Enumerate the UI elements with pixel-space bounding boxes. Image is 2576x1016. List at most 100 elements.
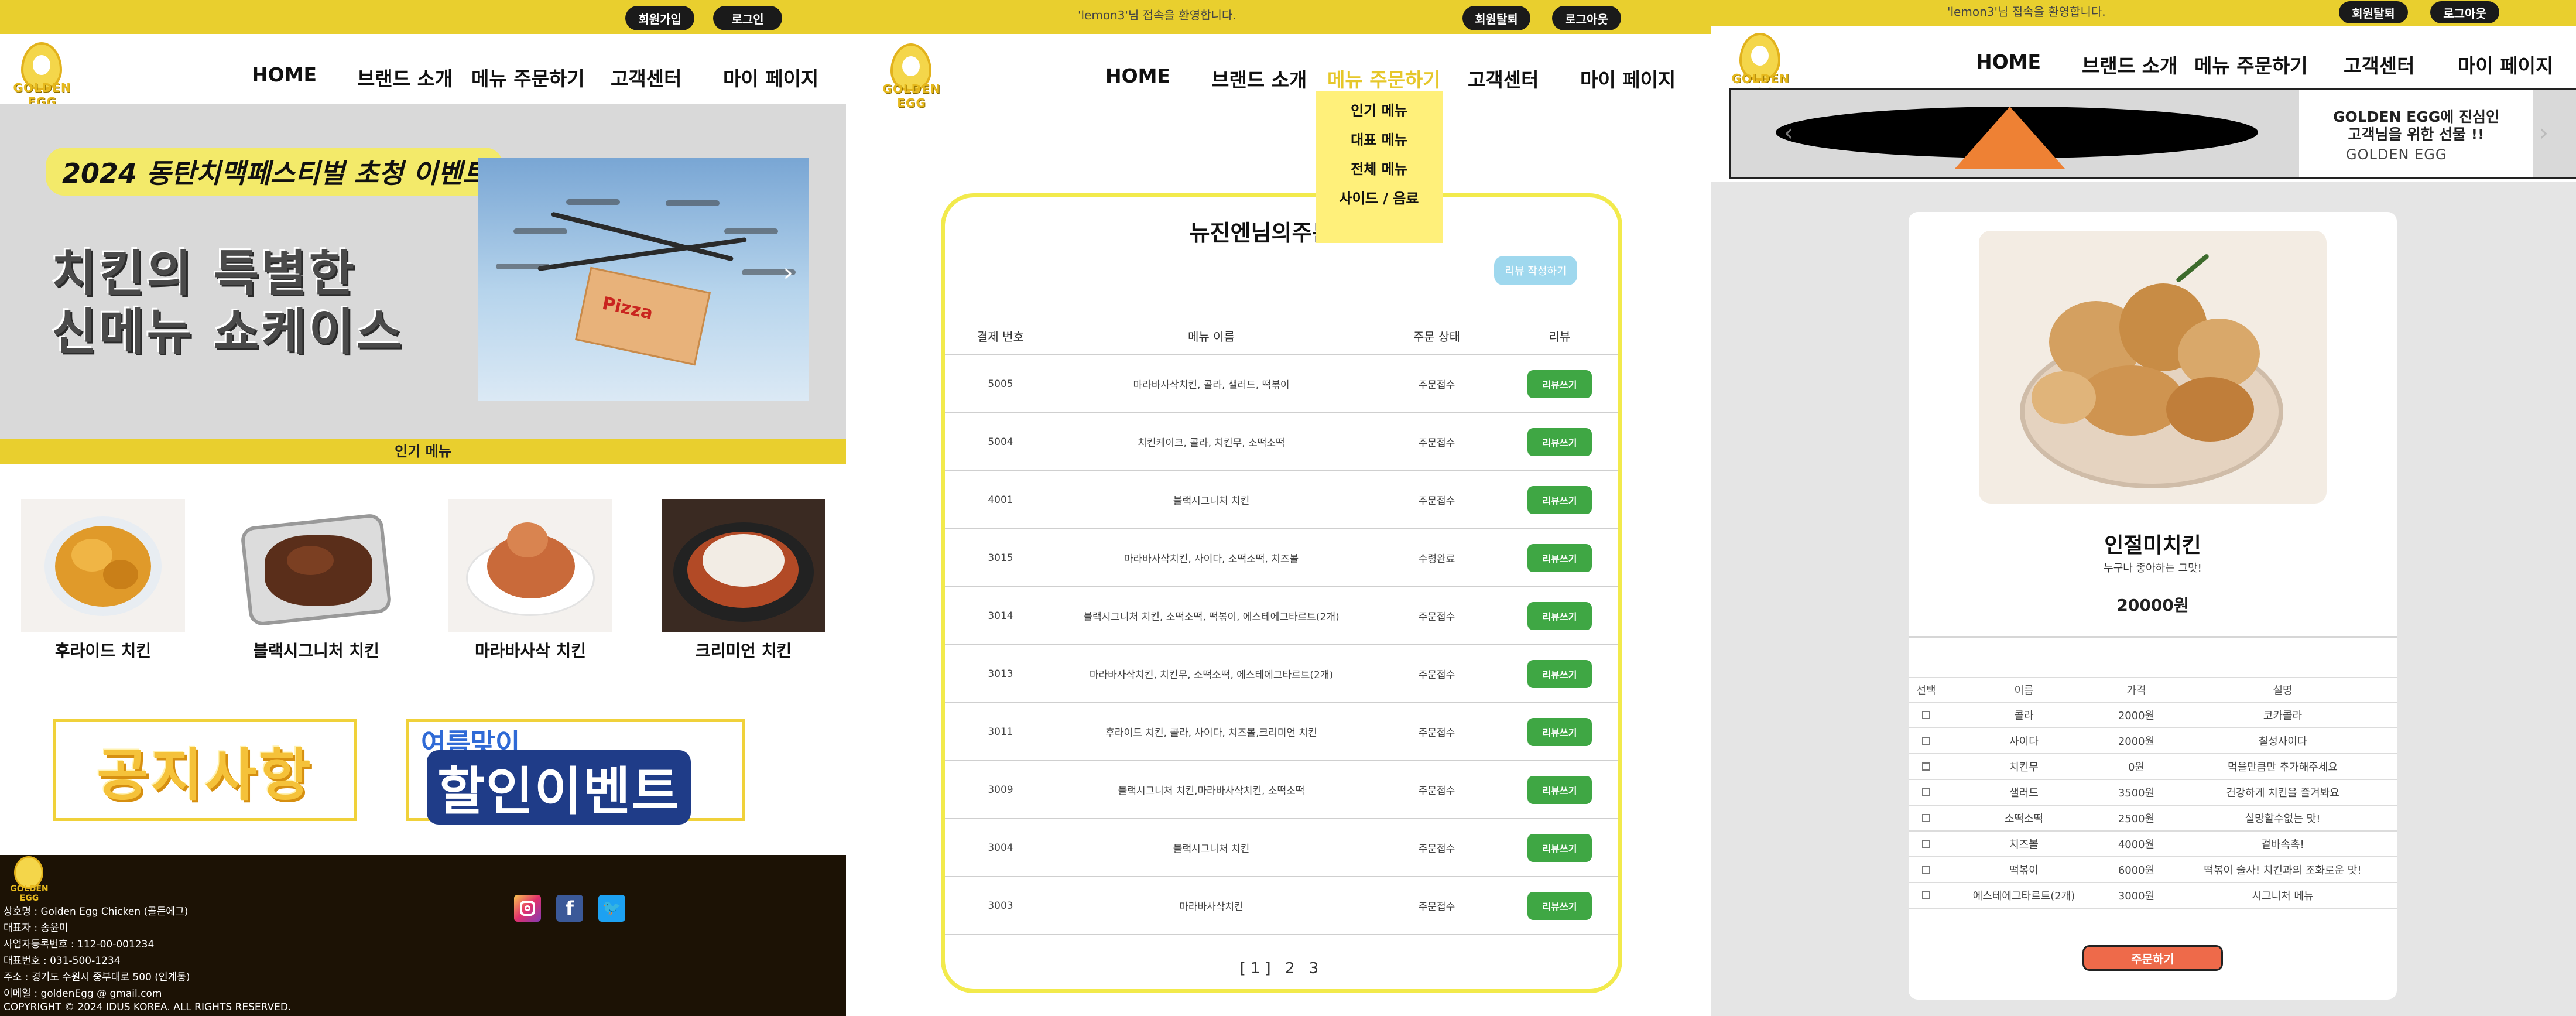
order-row: 3013 마라바사삭치킨, 치킨무, 소떡소떡, 에스테에그타르트(2개) 주문접수…	[945, 645, 1618, 703]
order-status: 주문접수	[1418, 437, 1455, 449]
col-select: 선택	[1916, 685, 1936, 697]
dropdown-popular[interactable]: 인기 메뉴	[1316, 99, 1443, 119]
option-checkbox[interactable]	[1922, 762, 1930, 771]
write-review-row-button[interactable]: 리뷰쓰기	[1527, 659, 1592, 688]
nav-mypage[interactable]: 마이 페이지	[2458, 50, 2553, 78]
hero-next-arrow-icon[interactable]: ›	[783, 258, 793, 288]
option-checkbox[interactable]	[1922, 814, 1930, 822]
welcome-message: 'lemon3'님 접속을 환영합니다.	[1947, 5, 2106, 19]
option-select-cell	[1909, 806, 1944, 830]
footer-email: 이메일 : goldenEgg @ gmail.com	[4, 988, 162, 1000]
option-desc: 겉바속촉!	[2261, 839, 2304, 851]
menu-card-fried[interactable]: 후라이드 치킨	[21, 499, 185, 662]
dropdown-all[interactable]: 전체 메뉴	[1316, 158, 1443, 178]
order-row: 5004 치킨케이크, 콜라, 치킨무, 소떡소떡 주문접수 리뷰쓰기	[945, 413, 1618, 471]
order-menu: 블랙시그니처 치킨	[1173, 843, 1250, 855]
nav-mypage[interactable]: 마이 페이지	[1580, 64, 1676, 93]
write-review-row-button[interactable]: 리뷰쓰기	[1527, 775, 1592, 804]
nav-menu-order[interactable]: 메뉴 주문하기	[471, 63, 585, 91]
menu-name: 마라바사삭 치킨	[474, 641, 587, 661]
twitter-icon[interactable]: 🐦	[598, 895, 625, 922]
facebook-icon[interactable]: f	[556, 895, 583, 922]
nav-mypage[interactable]: 마이 페이지	[723, 63, 818, 91]
slider-next-icon[interactable]: ›	[2539, 119, 2548, 146]
order-row: 3003 마라바사삭치킨 주문접수 리뷰쓰기	[945, 877, 1618, 935]
option-price: 3500원	[2118, 787, 2155, 799]
review-cell: 리뷰쓰기	[1507, 471, 1612, 528]
review-cell: 리뷰쓰기	[1507, 587, 1612, 644]
pagination[interactable]: [1] 2 3	[945, 960, 1618, 977]
logout-button[interactable]: 로그아웃	[2430, 1, 2499, 23]
col-price: 가격	[2126, 685, 2146, 697]
write-review-row-button[interactable]: 리뷰쓰기	[1527, 485, 1592, 514]
menu-card-mala[interactable]: 마라바사삭 치킨	[448, 499, 612, 662]
golden-egg-logo[interactable]: GOLDEN EGG	[1725, 33, 1796, 100]
withdraw-button[interactable]: 회원탈퇴	[1462, 6, 1530, 30]
order-history-title: 뉴진엔님의주문내역	[1189, 220, 1374, 246]
write-review-row-button[interactable]: 리뷰쓰기	[1527, 427, 1592, 456]
col-name: 이름	[2014, 685, 2034, 697]
review-cell: 리뷰쓰기	[1507, 819, 1612, 876]
promo-slider: ‹ GOLDEN EGG에 진심인 고객님을 위한 선물 !! GOLDEN E…	[1729, 88, 2576, 179]
footer-address: 주소 : 경기도 수원시 중부대로 500 (인계동)	[4, 971, 190, 983]
nav-brand[interactable]: 브랜드 소개	[2082, 50, 2177, 78]
write-review-row-button[interactable]: 리뷰쓰기	[1527, 543, 1592, 572]
footer-copyright: COPYRIGHT © 2024 IDUS KOREA. ALL RIGHTS …	[4, 1001, 292, 1013]
logout-button[interactable]: 로그아웃	[1552, 6, 1621, 30]
order-row: 3009 블랙시그니처 치킨,마라바사삭치킨, 소떡소떡 주문접수 리뷰쓰기	[945, 761, 1618, 819]
nav-home[interactable]: HOME	[1976, 50, 2041, 73]
nav-menu-order-active[interactable]: 메뉴 주문하기	[1327, 64, 1441, 93]
instagram-icon[interactable]	[514, 895, 541, 922]
dropdown-side-drink[interactable]: 사이드 / 음료	[1316, 187, 1443, 207]
home-page-panel: 회원가입 로그인 GOLDEN EGG HOME 브랜드 소개 메뉴 주문하기 …	[0, 0, 846, 1016]
option-checkbox[interactable]	[1922, 891, 1930, 899]
nav-customer-center[interactable]: 고객센터	[1468, 64, 1539, 93]
signup-button[interactable]: 회원가입	[625, 6, 694, 30]
option-desc: 실망할수없는 맛!	[2245, 813, 2321, 825]
option-price: 4000원	[2118, 839, 2155, 851]
write-review-row-button[interactable]: 리뷰쓰기	[1527, 891, 1592, 920]
option-row: 떡볶이 6000원 떡볶이 술사! 치킨과의 조화로운 맛!	[1909, 857, 2397, 883]
nav-home[interactable]: HOME	[1105, 64, 1170, 87]
summer-event-banner[interactable]: 여름맞이 할인이벤트	[406, 719, 745, 825]
option-checkbox[interactable]	[1922, 840, 1930, 848]
payment-no: 5005	[988, 378, 1013, 390]
write-review-row-button[interactable]: 리뷰쓰기	[1527, 601, 1592, 630]
nav-brand[interactable]: 브랜드 소개	[357, 63, 453, 91]
option-checkbox[interactable]	[1922, 737, 1930, 745]
notice-banner[interactable]: 공지사항	[53, 719, 357, 821]
option-checkbox[interactable]	[1922, 866, 1930, 874]
product-price: 20000원	[2116, 596, 2189, 615]
order-menu: 블랙시그니처 치킨,마라바사삭치킨, 소떡소떡	[1118, 785, 1305, 797]
order-button[interactable]: 주문하기	[2082, 945, 2223, 971]
menu-card-creamy[interactable]: 크리미언 치킨	[662, 499, 825, 662]
golden-egg-logo[interactable]: GOLDEN EGG	[876, 43, 947, 110]
order-menu: 마라바사삭치킨, 콜라, 샐러드, 떡볶이	[1133, 379, 1290, 391]
option-table: 선택 이름 가격 설명 콜라 2000원 코카콜라 사이다 2000원 칠성사이다 치킨무 0…	[1909, 677, 2397, 909]
dropdown-signature[interactable]: 대표 메뉴	[1316, 128, 1443, 149]
nav-customer-center[interactable]: 고객센터	[611, 63, 681, 91]
write-review-row-button[interactable]: 리뷰쓰기	[1527, 370, 1592, 398]
option-checkbox[interactable]	[1922, 711, 1930, 719]
slider-prev-icon[interactable]: ‹	[1784, 119, 1793, 146]
nav-menu-order[interactable]: 메뉴 주문하기	[2194, 50, 2308, 78]
nav-home[interactable]: HOME	[252, 63, 317, 86]
withdraw-button[interactable]: 회원탈퇴	[2339, 1, 2408, 23]
top-bar: 'lemon3'님 접속을 환영합니다. 회원탈퇴 로그아웃	[846, 0, 1711, 34]
order-row: 4001 블랙시그니처 치킨 주문접수 리뷰쓰기	[945, 471, 1618, 529]
menu-card-black-signature[interactable]: 블랙시그니처 치킨	[234, 499, 398, 662]
footer-ceo: 대표자 : 송윤미	[4, 922, 68, 934]
golden-egg-logo[interactable]: GOLDEN EGG	[7, 42, 77, 109]
write-review-row-button[interactable]: 리뷰쓰기	[1527, 833, 1592, 862]
pizza-box: Pizza	[574, 266, 711, 366]
option-row: 소떡소떡 2500원 실망할수없는 맛!	[1909, 806, 2397, 832]
payment-no: 3003	[988, 899, 1013, 912]
write-review-button[interactable]: 리뷰 작성하기	[1494, 256, 1577, 285]
option-checkbox[interactable]	[1922, 788, 1930, 796]
nav-brand[interactable]: 브랜드 소개	[1211, 64, 1307, 93]
login-button[interactable]: 로그인	[713, 6, 782, 30]
nav-customer-center[interactable]: 고객센터	[2344, 50, 2414, 78]
option-price: 3000원	[2118, 890, 2155, 902]
order-status: 주문접수	[1418, 379, 1455, 391]
write-review-row-button[interactable]: 리뷰쓰기	[1527, 717, 1592, 746]
